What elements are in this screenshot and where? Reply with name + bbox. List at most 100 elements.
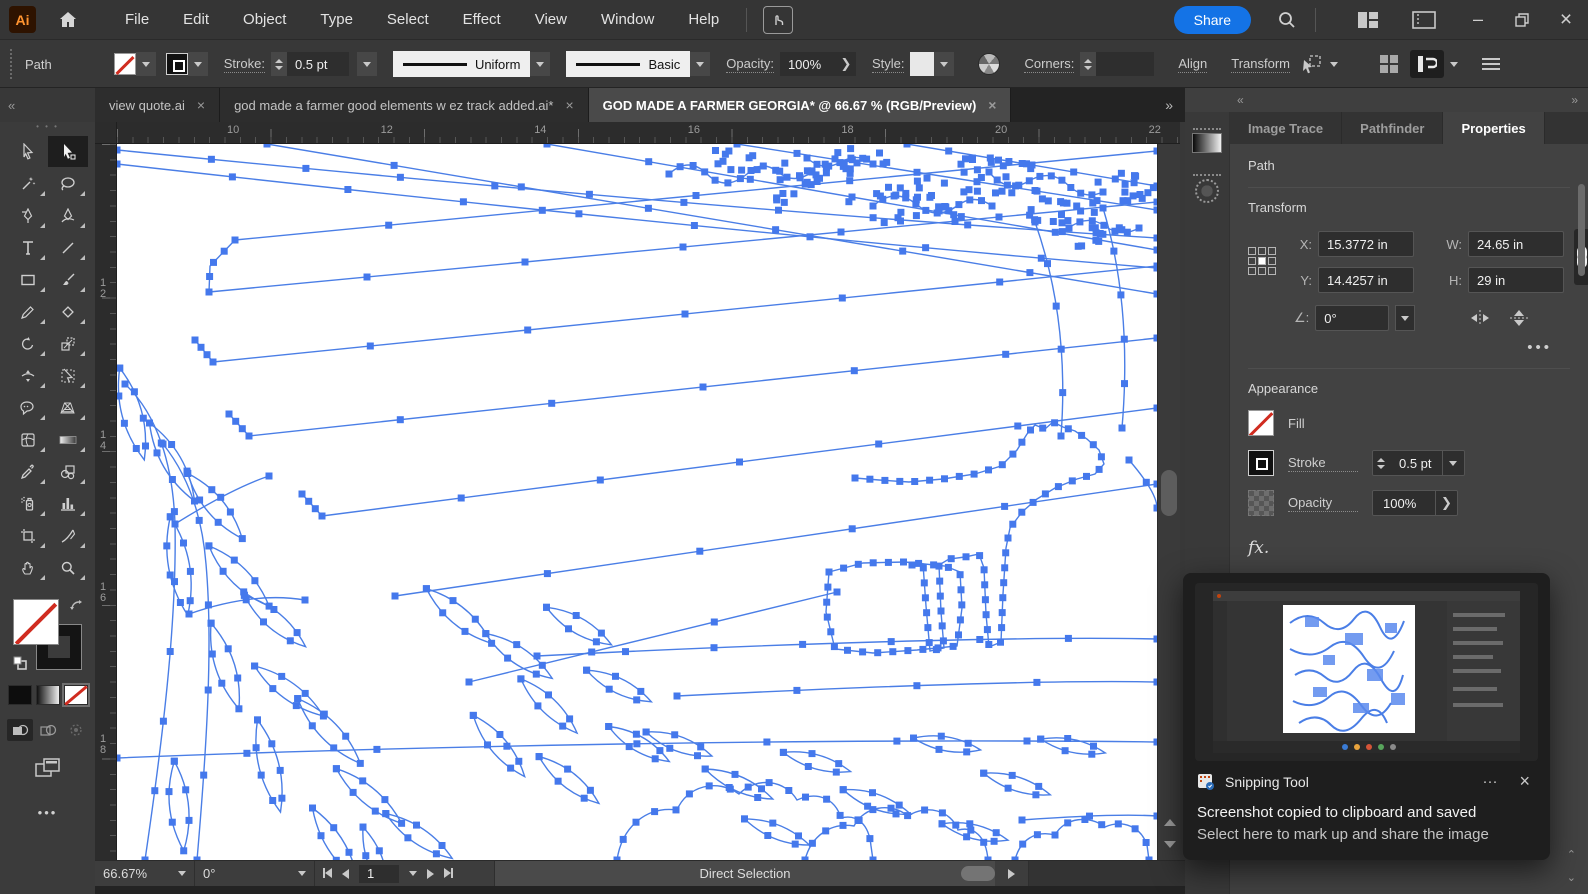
curvature-tool[interactable] xyxy=(48,200,88,231)
type-tool[interactable] xyxy=(8,232,48,263)
column-graph-tool[interactable] xyxy=(48,488,88,519)
h-field[interactable]: 29 in xyxy=(1468,267,1564,293)
style-label[interactable]: Style: xyxy=(872,56,905,73)
rotation-dropdown[interactable]: 0° xyxy=(195,861,315,886)
gradient-button[interactable] xyxy=(36,685,60,705)
scroll-down-icon[interactable] xyxy=(1164,841,1176,848)
panel-scroll-arrows[interactable]: ⌃⌄ xyxy=(1567,848,1576,884)
menu-edit[interactable]: Edit xyxy=(166,0,226,40)
w-field[interactable]: 24.65 in xyxy=(1468,231,1564,257)
appearance-opacity-value[interactable]: 100% ❯ xyxy=(1372,490,1458,516)
transform-label[interactable]: Transform xyxy=(1231,56,1290,73)
document-canvas[interactable] xyxy=(117,144,1157,860)
lasso-tool[interactable] xyxy=(48,168,88,199)
tab-close-icon[interactable]: × xyxy=(988,97,996,113)
selection-tool[interactable] xyxy=(8,136,48,167)
perspective-grid-tool[interactable] xyxy=(48,392,88,423)
x-field[interactable]: 15.3772 in xyxy=(1318,231,1414,257)
menu-window[interactable]: Window xyxy=(584,0,671,40)
stroke-weight-caret[interactable] xyxy=(357,52,377,76)
panel-toggle-icon[interactable] xyxy=(1410,50,1444,78)
fill-dropdown-caret[interactable] xyxy=(136,52,156,76)
rotate-angle-field[interactable]: 0° xyxy=(1315,305,1389,331)
flip-horizontal-icon[interactable] xyxy=(1469,309,1491,327)
artboard-number-field[interactable]: 1 xyxy=(359,865,399,883)
color-button[interactable] xyxy=(8,685,32,705)
menu-effect[interactable]: Effect xyxy=(446,0,518,40)
menu-view[interactable]: View xyxy=(518,0,584,40)
scroll-up-icon[interactable] xyxy=(1164,819,1176,826)
vertical-scrollbar[interactable] xyxy=(1157,144,1180,860)
recolor-artwork-icon[interactable] xyxy=(978,53,1000,75)
arrange-documents-icon[interactable] xyxy=(1350,4,1386,36)
artboard-caret[interactable] xyxy=(409,871,417,876)
panel-toggle-caret[interactable] xyxy=(1450,62,1458,67)
menu-type[interactable]: Type xyxy=(303,0,370,40)
last-artboard-icon[interactable] xyxy=(444,866,453,881)
slice-tool[interactable] xyxy=(48,520,88,551)
hand-tool[interactable] xyxy=(8,552,48,583)
home-icon[interactable] xyxy=(58,10,78,30)
gradient-panel-icon[interactable] xyxy=(1189,120,1225,160)
appearance-stroke-label[interactable]: Stroke xyxy=(1288,455,1358,472)
panel-expand[interactable]: » xyxy=(1571,93,1578,107)
notification-body[interactable]: Screenshot copied to clipboard and saved… xyxy=(1183,794,1550,854)
rotate-angle-caret[interactable] xyxy=(1395,305,1415,331)
opacity-field[interactable]: 100% xyxy=(780,52,836,76)
status-play-icon[interactable] xyxy=(995,861,1029,886)
line-segment-tool[interactable] xyxy=(48,232,88,263)
scale-tool[interactable] xyxy=(48,328,88,359)
edit-toolbar-button[interactable]: ••• xyxy=(0,805,95,820)
draw-behind-button[interactable] xyxy=(35,719,61,741)
document-tab[interactable]: god made a farmer good elements w ez tra… xyxy=(220,88,589,122)
tab-close-icon[interactable]: × xyxy=(565,97,573,113)
tab-close-icon[interactable]: × xyxy=(197,97,205,113)
pencil-tool[interactable] xyxy=(8,296,48,327)
toolbar-collapse[interactable]: « xyxy=(0,88,95,122)
reference-point-selector[interactable] xyxy=(1248,247,1278,277)
horizontal-scrollbar-thumb[interactable] xyxy=(961,866,995,881)
appearance-stroke-weight[interactable]: 0.5 pt xyxy=(1372,450,1465,476)
close-button[interactable]: × xyxy=(1544,2,1588,38)
align-label[interactable]: Align xyxy=(1178,56,1207,73)
select-similar-caret[interactable] xyxy=(1330,62,1338,67)
y-field[interactable]: 14.4257 in xyxy=(1318,267,1414,293)
panel-collapse[interactable]: « xyxy=(1237,93,1244,107)
properties-grid-icon[interactable] xyxy=(1378,53,1400,75)
opacity-label[interactable]: Opacity: xyxy=(726,56,774,73)
pen-tool[interactable] xyxy=(8,200,48,231)
flip-vertical-icon[interactable] xyxy=(1509,309,1529,327)
previous-artboard-icon[interactable] xyxy=(342,869,349,879)
search-icon[interactable] xyxy=(1269,4,1305,36)
snipping-tool-notification[interactable]: Snipping Tool ··· × Screenshot copied to… xyxy=(1183,573,1550,860)
stroke-weight-label[interactable]: Stroke: xyxy=(224,56,265,73)
style-swatch[interactable] xyxy=(910,52,934,76)
notification-more-icon[interactable]: ··· xyxy=(1476,773,1503,790)
document-tab[interactable]: view quote.ai× xyxy=(95,88,220,122)
screenshot-thumbnail[interactable] xyxy=(1195,583,1538,761)
next-artboard-icon[interactable] xyxy=(427,869,434,879)
minimize-button[interactable]: – xyxy=(1456,2,1500,38)
vertical-ruler[interactable]: 12141618 xyxy=(95,144,117,860)
fill-proxy[interactable] xyxy=(13,599,59,645)
gradient-tool[interactable] xyxy=(48,424,88,455)
draw-inside-button[interactable] xyxy=(63,719,89,741)
draw-normal-button[interactable] xyxy=(7,719,33,741)
magic-wand-tool[interactable] xyxy=(8,168,48,199)
appearance-fill-swatch[interactable] xyxy=(1248,410,1274,436)
vertical-scrollbar-thumb[interactable] xyxy=(1161,470,1177,516)
paintbrush-tool[interactable] xyxy=(48,264,88,295)
corners-stepper[interactable] xyxy=(1080,52,1096,76)
stroke-weight-field[interactable]: 0.5 pt xyxy=(287,52,349,76)
appearance-stroke-swatch[interactable] xyxy=(1248,450,1274,476)
attributes-panel-icon[interactable] xyxy=(1189,168,1225,208)
select-similar-icon[interactable] xyxy=(1300,54,1324,74)
tab-pathfinder[interactable]: Pathfinder xyxy=(1342,112,1443,144)
tab-properties[interactable]: Properties xyxy=(1443,112,1544,144)
restore-button[interactable] xyxy=(1500,2,1544,38)
eyedropper-tool[interactable] xyxy=(8,456,48,487)
current-tool-indicator[interactable]: Direct Selection xyxy=(495,861,995,886)
horizontal-scrollbar[interactable] xyxy=(1029,861,1185,886)
screen-mode-button[interactable] xyxy=(28,757,68,779)
mesh-tool[interactable] xyxy=(8,424,48,455)
